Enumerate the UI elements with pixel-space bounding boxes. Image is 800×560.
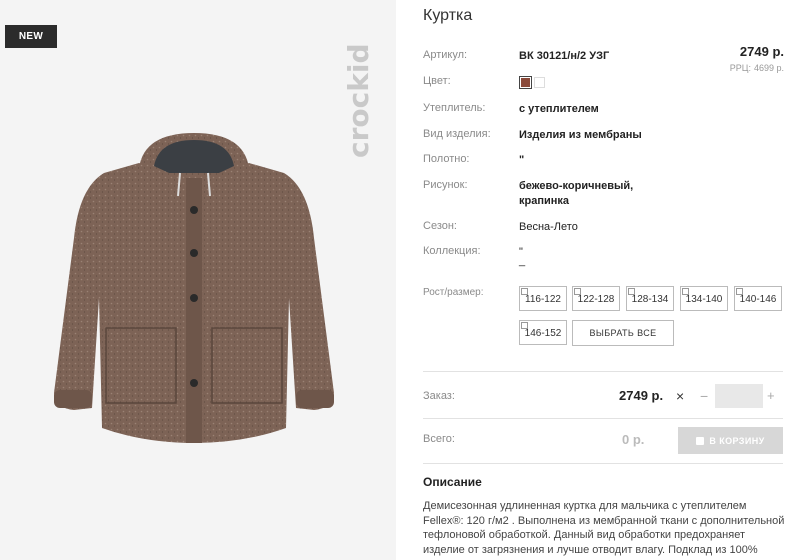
size-option[interactable]: 146-152 [519, 320, 567, 345]
add-to-cart-label: В КОРЗИНУ [709, 435, 765, 446]
jacket-image [54, 133, 334, 443]
size-option-label: 140-146 [739, 294, 777, 305]
spec-value: Весна-Лето [519, 221, 578, 233]
description-line: Демисезонная удлиненная куртка для мальч… [423, 500, 747, 512]
divider [423, 463, 783, 464]
description-line: Fellex®: 120 г/м2 . Выполнена из мембран… [423, 514, 785, 527]
product-title: Куртка [423, 7, 473, 24]
spec-label: Цвет: [423, 75, 451, 87]
spec-label: Сезон: [423, 220, 457, 232]
total-value: 0 р. [622, 432, 645, 447]
brand-logo: crockid [342, 43, 375, 158]
order-price: 2749 р. [619, 388, 664, 403]
brand-logo-text: crockid [342, 43, 375, 158]
size-option[interactable]: 128-134 [626, 286, 674, 311]
spec-value: с утеплителем [519, 103, 599, 115]
size-checkbox-icon [521, 322, 528, 329]
add-to-cart-button[interactable]: В КОРЗИНУ [678, 427, 783, 454]
spec-label: Вид изделия: [423, 128, 491, 140]
decrease-quantity-button[interactable]: − [700, 388, 708, 404]
spec-label: Артикул: [423, 49, 468, 61]
new-badge: NEW [5, 25, 57, 48]
size-checkbox-icon [521, 288, 528, 295]
spec-value: " [519, 154, 525, 166]
spec-value-line2: _ [519, 255, 526, 267]
size-option[interactable]: 122-128 [572, 286, 620, 311]
description-line: изделие от загрязнения и лучше отводит в… [423, 543, 758, 556]
size-checkbox-icon [736, 288, 743, 295]
size-option-label: 134-140 [685, 294, 723, 305]
size-option-label: 128-134 [631, 294, 669, 305]
size-option[interactable]: 134-140 [680, 286, 728, 311]
divider [423, 371, 783, 372]
order-label: Заказ: [423, 390, 455, 402]
rrp-value: 4699 р. [753, 63, 784, 73]
size-option-label: 122-128 [577, 294, 615, 305]
rrp-label: РРЦ: [729, 63, 751, 73]
spec-value: бежево-коричневый, [519, 180, 634, 192]
spec-label: Полотно: [423, 153, 470, 165]
size-option-label: 116-122 [525, 294, 561, 305]
size-option-label: 146-152 [524, 328, 562, 339]
quantity-input[interactable] [715, 384, 763, 408]
total-label: Всего: [423, 433, 455, 445]
description-title: Описание [423, 475, 482, 489]
increase-quantity-button[interactable]: + [767, 388, 775, 403]
spec-label: Утеплитель: [423, 102, 486, 114]
product-image-panel: NEW crockid [0, 0, 396, 560]
size-checkbox-icon [574, 288, 581, 295]
spec-label: Коллекция: [423, 245, 481, 257]
size-option[interactable]: 116-122 [519, 286, 567, 311]
description-text: Демисезонная удлиненная куртка для мальч… [423, 499, 788, 557]
divider [423, 418, 783, 419]
spec-value: Изделия из мембраны [519, 129, 642, 141]
color-swatch-fill [521, 78, 530, 87]
select-all-sizes-button[interactable]: ВЫБРАТЬ ВСЕ [572, 320, 674, 346]
size-checkbox-icon [628, 288, 635, 295]
size-checkbox-icon [682, 288, 689, 295]
description-line: тефлоновой обработкой. Данный вид обрабо… [423, 529, 745, 541]
remove-icon[interactable]: × [676, 388, 684, 404]
spec-value-line2: крапинка [519, 195, 570, 207]
size-label: Рост/размер: [423, 287, 484, 298]
spec-label: Рисунок: [423, 179, 468, 191]
cart-bag-icon [696, 436, 705, 445]
size-option[interactable]: 140-146 [734, 286, 782, 311]
spec-value: ВК 30121/н/2 УЗГ [519, 50, 610, 62]
rrp-price: РРЦ: 4699 р. [727, 63, 784, 73]
color-swatch-other[interactable] [534, 77, 545, 88]
product-price: 2749 р. [739, 44, 784, 59]
color-swatch-selected[interactable] [519, 76, 532, 89]
